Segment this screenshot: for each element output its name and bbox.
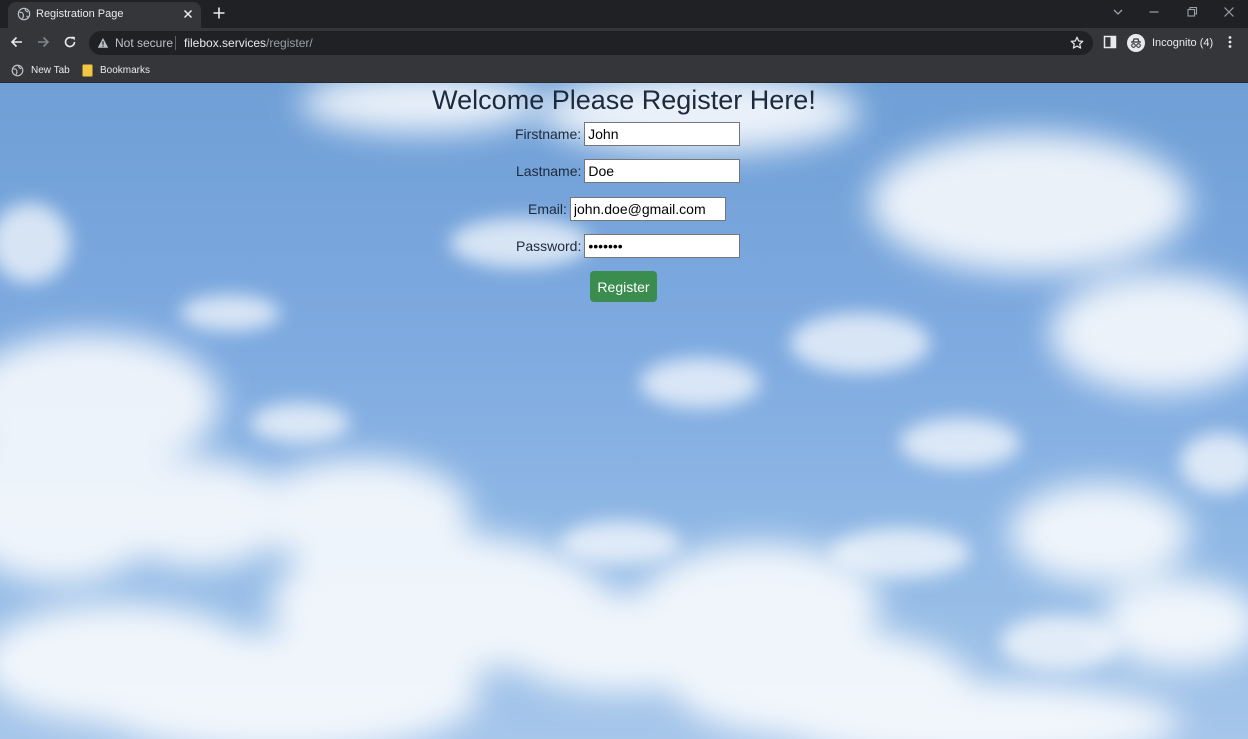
password-label: Password: [516, 238, 582, 254]
page-title: Welcome Please Register Here! [432, 85, 816, 115]
more-vertical-icon[interactable] [1222, 34, 1238, 50]
globe-icon [17, 7, 31, 21]
close-icon[interactable] [182, 8, 194, 20]
url-host: filebox.services [184, 36, 267, 50]
chevron-down-icon[interactable] [1110, 4, 1126, 20]
browser-toolbar: Not secure filebox.services/register/ In… [0, 28, 1248, 58]
back-arrow-icon[interactable] [9, 34, 25, 50]
tab-registration-page[interactable]: Registration Page [8, 2, 201, 28]
lastname-label: Lastname: [516, 163, 582, 179]
email-input[interactable] [569, 197, 726, 221]
forward-arrow-icon[interactable] [35, 34, 51, 50]
email-row: Email: [528, 197, 726, 221]
tab-strip: Registration Page [0, 0, 1248, 28]
side-panel-icon[interactable] [1102, 34, 1118, 50]
lastname-row: Lastname: [516, 159, 741, 183]
url-text[interactable]: filebox.services/register/ [184, 36, 313, 50]
restore-icon[interactable] [1184, 4, 1200, 20]
page-viewport: Welcome Please Register Here! Firstname:… [0, 83, 1248, 739]
bookmark-label: New Tab [31, 64, 70, 76]
window-close-icon[interactable] [1221, 4, 1237, 20]
register-button[interactable]: Register [590, 271, 657, 302]
globe-icon [11, 64, 24, 76]
firstname-row: Firstname: [515, 122, 741, 146]
password-input[interactable] [584, 234, 741, 258]
url-path: /register/ [266, 36, 313, 50]
star-icon[interactable] [1070, 36, 1084, 50]
security-status[interactable]: Not secure [115, 36, 173, 50]
warning-icon[interactable] [97, 37, 109, 49]
profile-label: Incognito (4) [1152, 37, 1214, 49]
email-label: Email: [528, 201, 567, 217]
address-bar[interactable]: Not secure filebox.services/register/ [89, 31, 1093, 55]
plus-icon[interactable] [212, 6, 226, 20]
firstname-input[interactable] [584, 122, 741, 146]
minimize-icon[interactable] [1146, 4, 1162, 20]
incognito-profile-button[interactable]: Incognito (4) [1127, 32, 1213, 54]
incognito-icon [1127, 34, 1145, 52]
omnibox-divider [175, 36, 176, 50]
bookmarks-bar: New Tab Bookmarks [0, 58, 1248, 83]
bookmark-folder[interactable]: Bookmarks [82, 62, 150, 78]
tab-title: Registration Page [36, 8, 124, 20]
lastname-input[interactable] [584, 159, 741, 183]
folder-icon [82, 64, 93, 76]
bookmark-label: Bookmarks [100, 64, 151, 76]
firstname-label: Firstname: [515, 126, 582, 142]
password-row: Password: [516, 234, 741, 258]
bookmark-new-tab[interactable]: New Tab [11, 62, 70, 78]
reload-icon[interactable] [62, 34, 78, 50]
